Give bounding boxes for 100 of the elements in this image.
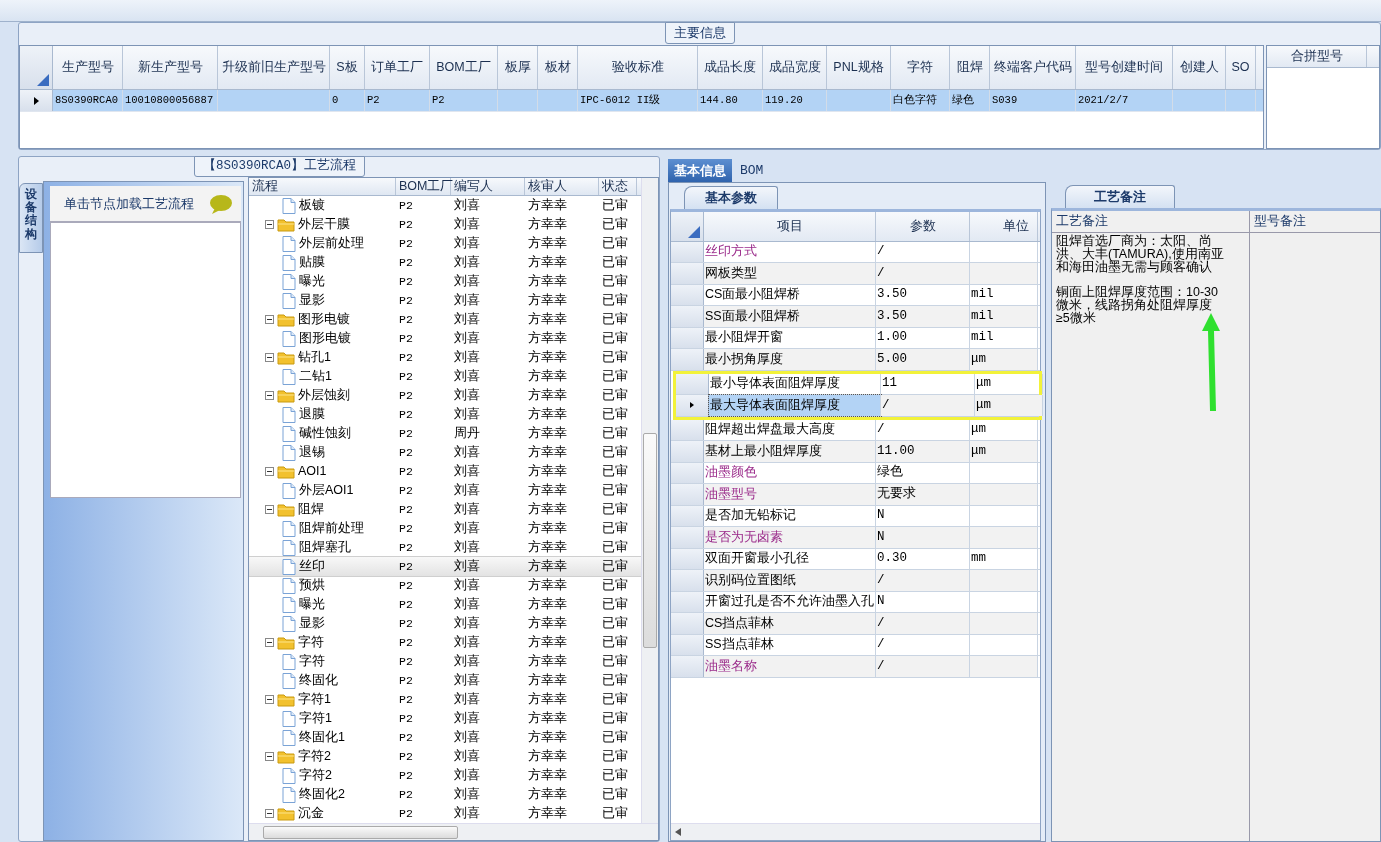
column-header[interactable]: BOM工厂 <box>396 178 451 195</box>
sub-tab[interactable]: 工艺备注 <box>1065 185 1175 208</box>
collapse-icon <box>265 315 274 324</box>
table-cell: / <box>876 419 970 440</box>
column-header[interactable]: 板材 <box>538 46 578 89</box>
column-header[interactable]: 型号创建时间 <box>1076 46 1173 89</box>
tree-row[interactable]: 曝光 P2 刘喜 方幸幸 已审 <box>249 272 641 291</box>
table-cell: SS面最小阻焊桥 <box>704 306 876 327</box>
tree-row[interactable]: 阻焊 P2 刘喜 方幸幸 已审 <box>249 500 641 519</box>
row-header[interactable] <box>676 395 709 416</box>
tree-label: 图形电镀 <box>299 330 351 348</box>
tree-row[interactable]: 二钻1 P2 刘喜 方幸幸 已审 <box>249 367 641 386</box>
column-header[interactable]: 字符 <box>891 46 950 89</box>
tree-row[interactable]: 碱性蚀刻 P2 周丹 方幸幸 已审 <box>249 424 641 443</box>
tree-row[interactable]: 曝光 P2 刘喜 方幸幸 已审 <box>249 595 641 614</box>
column-header[interactable]: 终端客户代码 <box>990 46 1076 89</box>
tree-row[interactable]: 贴膜 P2 刘喜 方幸幸 已审 <box>249 253 641 272</box>
tree-row[interactable]: 预烘 P2 刘喜 方幸幸 已审 <box>249 576 641 595</box>
column-header[interactable]: 核审人 <box>525 178 599 195</box>
tree-row[interactable]: 丝印 P2 刘喜 方幸幸 已审 <box>249 557 641 576</box>
tree-row[interactable]: 外层前处理 P2 刘喜 方幸幸 已审 <box>249 234 641 253</box>
tree-row[interactable]: 钻孔1 P2 刘喜 方幸幸 已审 <box>249 348 641 367</box>
column-header[interactable]: S板 <box>330 46 365 89</box>
table-cell-text: P2 <box>398 710 414 727</box>
column-header[interactable]: SO <box>1226 46 1256 89</box>
column-header[interactable]: 板厚 <box>498 46 538 89</box>
tree-row[interactable]: 外层蚀刻 P2 刘喜 方幸幸 已审 <box>249 386 641 405</box>
tree-label: 图形电镀 <box>298 311 350 329</box>
table-cell-text: 刘喜 <box>453 558 481 576</box>
table-cell-text: 已审 <box>601 539 629 557</box>
tree-row[interactable]: 沉金 P2 刘喜 方幸幸 已审 <box>249 804 641 823</box>
horizontal-scrollbar[interactable] <box>671 823 1040 840</box>
column-header[interactable]: 状态 <box>599 178 637 195</box>
table-cell-text: 刘喜 <box>453 216 481 234</box>
column-header[interactable]: 创建人 <box>1173 46 1226 89</box>
column-header[interactable]: 成品长度 <box>698 46 763 89</box>
column-header[interactable]: 新生产型号 <box>123 46 218 89</box>
tab[interactable]: BOM <box>734 158 770 182</box>
horizontal-scrollbar[interactable] <box>249 823 658 840</box>
sub-tab[interactable]: 基本参数 <box>684 186 778 209</box>
table-cell: 油墨颜色 <box>704 462 876 483</box>
tab[interactable]: 基本信息 <box>668 158 732 182</box>
table-cell-text: 已审 <box>601 425 629 443</box>
table-cell-text: P2 <box>398 653 414 670</box>
tree-row[interactable]: 阻焊前处理 P2 刘喜 方幸幸 已审 <box>249 519 641 538</box>
table-cell-text: 刘喜 <box>453 672 481 690</box>
column-header[interactable]: PNL规格 <box>827 46 891 89</box>
tree-row[interactable]: 外层AOI1 P2 刘喜 方幸幸 已审 <box>249 481 641 500</box>
table-cell-text: 已审 <box>601 577 629 595</box>
table-cell-text: 刘喜 <box>453 767 481 785</box>
column-header[interactable]: BOM工厂 <box>430 46 498 89</box>
column-header[interactable]: 编写人 <box>451 178 525 195</box>
table-cell: CS挡点菲林 <box>704 613 876 634</box>
table-cell-text: 刘喜 <box>453 444 481 462</box>
column-header[interactable]: 升级前旧生产型号 <box>218 46 330 89</box>
tree-row[interactable]: 显影 P2 刘喜 方幸幸 已审 <box>249 291 641 310</box>
tree-row[interactable]: 板镀 P2 刘喜 方幸幸 已审 <box>249 196 641 215</box>
tree-row[interactable]: 外层干膜 P2 刘喜 方幸幸 已审 <box>249 215 641 234</box>
tree-row[interactable]: 字符1 P2 刘喜 方幸幸 已审 <box>249 709 641 728</box>
tree-row[interactable]: AOI1 P2 刘喜 方幸幸 已审 <box>249 462 641 481</box>
table-cell-text: P2 <box>398 463 414 480</box>
tree-row[interactable]: 图形电镀 P2 刘喜 方幸幸 已审 <box>249 310 641 329</box>
table-cell: 油墨型号 <box>704 484 876 505</box>
column-header[interactable]: 生产型号 <box>53 46 123 89</box>
column-header[interactable]: 参数 <box>876 211 970 241</box>
table-cell-text: 已审 <box>601 501 629 519</box>
column-header[interactable]: 成品宽度 <box>763 46 827 89</box>
tree-row[interactable]: 字符 P2 刘喜 方幸幸 已审 <box>249 633 641 652</box>
table-cell-text: P2 <box>398 634 414 651</box>
tree-row[interactable]: 终固化1 P2 刘喜 方幸幸 已审 <box>249 728 641 747</box>
tree-row[interactable]: 字符 P2 刘喜 方幸幸 已审 <box>249 652 641 671</box>
column-header[interactable]: 验收标准 <box>578 46 698 89</box>
tree-label: 外层蚀刻 <box>298 387 350 405</box>
tree-row[interactable]: 阻焊塞孔 P2 刘喜 方幸幸 已审 <box>249 538 641 557</box>
table-cell: 是否为无卤素 <box>704 527 876 548</box>
column-header[interactable]: 项目 <box>704 211 876 241</box>
tree-row[interactable]: 终固化2 P2 刘喜 方幸幸 已审 <box>249 785 641 804</box>
table-cell-text: 刘喜 <box>453 520 481 538</box>
tree-row[interactable]: 字符1 P2 刘喜 方幸幸 已审 <box>249 690 641 709</box>
tree-row[interactable]: 图形电镀 P2 刘喜 方幸幸 已审 <box>249 329 641 348</box>
side-tab[interactable]: 设备结构 <box>19 183 43 253</box>
column-header[interactable]: 阻焊 <box>950 46 990 89</box>
tree-row[interactable]: 显影 P2 刘喜 方幸幸 已审 <box>249 614 641 633</box>
table-cell: 3.50 <box>876 284 970 305</box>
column-header[interactable]: 流程 <box>249 178 396 195</box>
column-header[interactable]: 订单工厂 <box>365 46 430 89</box>
document-icon <box>282 406 296 423</box>
table-cell: mil <box>970 306 1038 327</box>
table-cell-text: P2 <box>398 691 414 708</box>
tree-label: 退锡 <box>299 444 325 462</box>
tree-label: 字符2 <box>299 767 332 785</box>
tree-row[interactable]: 字符2 P2 刘喜 方幸幸 已审 <box>249 766 641 785</box>
tree-row[interactable]: 字符2 P2 刘喜 方幸幸 已审 <box>249 747 641 766</box>
table-cell-text: 已审 <box>601 729 629 747</box>
tree-row[interactable]: 退锡 P2 刘喜 方幸幸 已审 <box>249 443 641 462</box>
folder-icon <box>277 217 295 232</box>
vertical-scrollbar[interactable] <box>641 178 658 823</box>
tree-row[interactable]: 退膜 P2 刘喜 方幸幸 已审 <box>249 405 641 424</box>
column-header[interactable]: 单位 <box>970 211 1038 241</box>
tree-row[interactable]: 终固化 P2 刘喜 方幸幸 已审 <box>249 671 641 690</box>
